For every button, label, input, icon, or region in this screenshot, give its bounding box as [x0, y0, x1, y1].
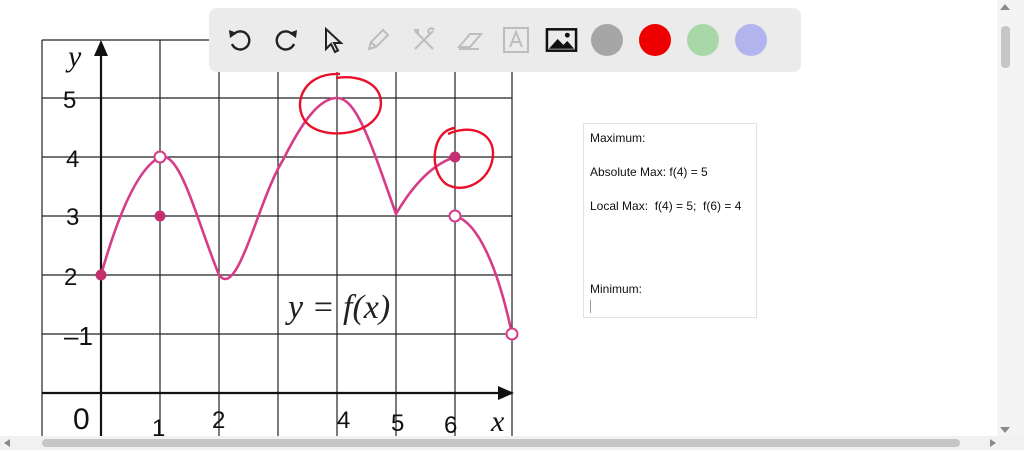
y-tick-minus-1: –1: [64, 321, 93, 351]
vertical-scroll-thumb[interactable]: [1001, 26, 1010, 68]
scroll-left-icon[interactable]: [4, 439, 10, 447]
open-point-0: [153, 150, 167, 164]
x-tick-4: 4: [337, 407, 350, 434]
eraser-icon: [456, 33, 483, 50]
solid-point-1: [154, 210, 166, 222]
x-tick-5: 5: [391, 410, 404, 436]
annotation-circle-local: [433, 126, 495, 189]
image-icon: [545, 28, 578, 52]
tools-button[interactable]: [407, 24, 440, 57]
minimum-label: Minimum:: [590, 282, 643, 296]
select-button[interactable]: [315, 24, 348, 57]
x-tick-1: 1: [152, 415, 165, 436]
open-point-1: [448, 209, 462, 223]
axes: [42, 52, 508, 436]
y-axis-label: y: [65, 40, 82, 73]
redo-button[interactable]: [269, 24, 302, 57]
text-icon: [502, 27, 529, 53]
scroll-down-icon[interactable]: [1000, 427, 1010, 433]
solid-point-2: [449, 151, 461, 163]
color-swatch-green[interactable]: [687, 24, 719, 56]
undo-button[interactable]: [223, 24, 256, 57]
origin-label: 0: [73, 403, 90, 436]
color-swatch-lavender[interactable]: [735, 24, 767, 56]
scroll-right-icon[interactable]: [990, 439, 996, 447]
color-swatch-red[interactable]: [639, 24, 671, 56]
equation-label: y = f(x): [285, 289, 390, 326]
y-tick-2: 2: [64, 264, 77, 291]
eraser-button[interactable]: [453, 24, 486, 57]
horizontal-scrollbar[interactable]: [0, 436, 1024, 450]
drawing-canvas[interactable]: y x 0 5 4 3 2 –1 1 2 4 5 6 y = f(x) Maxi…: [0, 0, 997, 436]
tools-icon: [413, 27, 435, 50]
solid-point-0: [95, 269, 107, 281]
redo-icon: [275, 30, 297, 51]
vertical-scrollbar[interactable]: [997, 0, 1024, 436]
x-tick-6: 6: [444, 412, 457, 436]
y-tick-4: 4: [66, 146, 79, 173]
text-button[interactable]: [499, 24, 532, 57]
y-tick-3: 3: [66, 204, 79, 231]
y-tick-5: 5: [63, 87, 76, 114]
scroll-up-icon[interactable]: [1000, 4, 1010, 10]
x-tick-2: 2: [212, 407, 225, 434]
text-caret: [590, 300, 591, 313]
maximum-label: Maximum:: [590, 131, 646, 145]
x-axis-label: x: [490, 405, 505, 436]
horizontal-scroll-thumb[interactable]: [42, 439, 960, 447]
image-button[interactable]: [545, 24, 578, 57]
pen-button[interactable]: [361, 24, 394, 57]
open-point-2: [505, 327, 519, 341]
drawing-toolbar: [209, 8, 801, 72]
undo-icon: [228, 30, 250, 51]
pencil-icon: [367, 28, 389, 51]
local-max-text: Local Max: f(4) = 5; f(6) = 4: [590, 199, 742, 213]
pointer-icon: [324, 26, 344, 54]
color-swatch-gray[interactable]: [591, 24, 623, 56]
annotation-circle-max: [298, 72, 383, 135]
notes-textbox[interactable]: Maximum: Absolute Max: f(4) = 5 Local Ma…: [583, 123, 757, 318]
absolute-max-text: Absolute Max: f(4) = 5: [590, 165, 708, 179]
y-axis-arrow: [94, 40, 108, 56]
